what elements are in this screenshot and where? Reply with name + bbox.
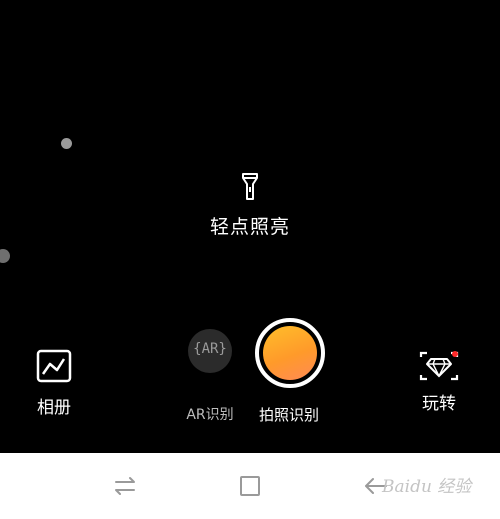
shutter-button[interactable] — [255, 318, 325, 388]
play-button[interactable]: 玩转 — [413, 349, 465, 414]
flash-hint-label: 轻点照亮 — [209, 216, 290, 238]
focus-indicator-dot — [61, 138, 72, 149]
home-icon[interactable] — [237, 473, 263, 499]
recent-apps-icon[interactable] — [112, 473, 138, 499]
play-label: 玩转 — [422, 394, 456, 414]
shutter-fill — [263, 326, 317, 380]
flashlight-icon — [242, 173, 258, 200]
ar-mode-label[interactable]: AR识别 — [175, 404, 245, 424]
ar-icon: {AR} — [193, 341, 227, 357]
play-icon-wrap — [417, 349, 461, 383]
album-label: 相册 — [37, 398, 71, 418]
camera-screen: 轻点照亮 相册 {AR} AR识别 拍照识别 玩转 Baidu 经验 — [0, 0, 500, 519]
flash-toggle[interactable]: 轻点照亮 — [180, 172, 320, 239]
watermark: Baidu 经验 — [382, 477, 472, 497]
gallery-icon — [36, 349, 72, 383]
album-button[interactable]: 相册 — [28, 349, 80, 418]
ar-mode-button[interactable]: {AR} — [188, 329, 232, 373]
photo-recognize-label[interactable]: 拍照识别 — [248, 404, 330, 425]
edge-indicator-dot — [0, 249, 10, 263]
notification-dot — [452, 351, 458, 357]
